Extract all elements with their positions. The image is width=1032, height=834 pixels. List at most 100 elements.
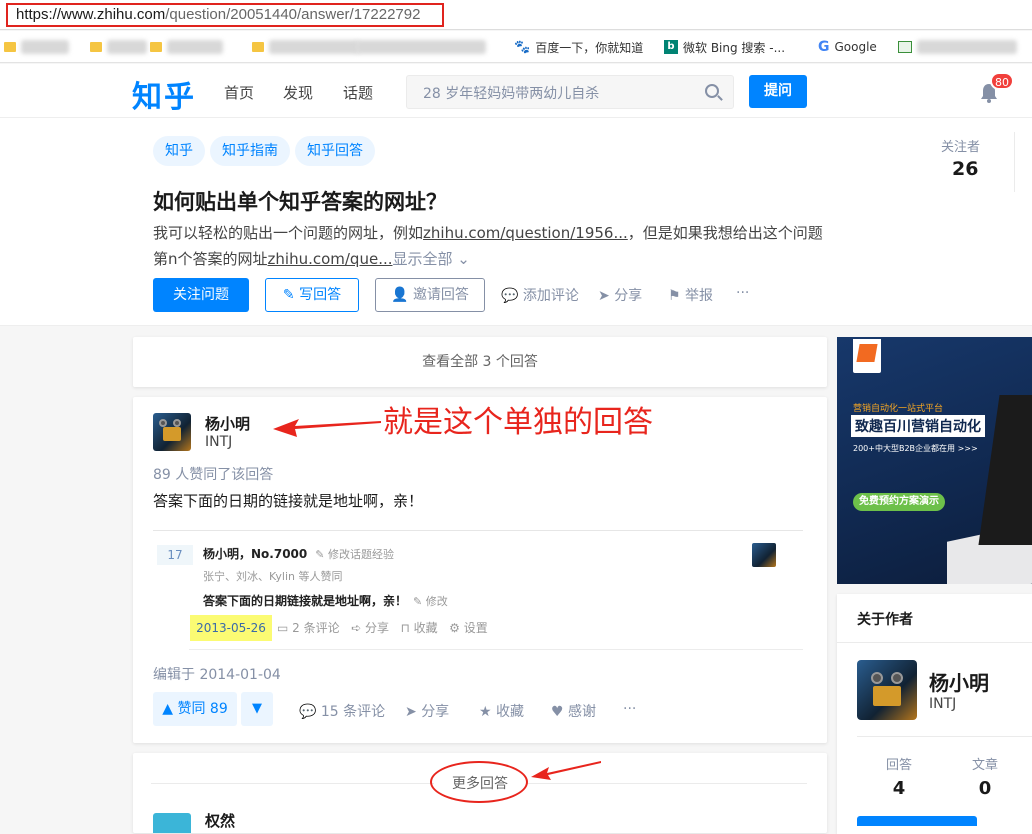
search-icon[interactable] bbox=[705, 84, 719, 98]
search-placeholder: 28 岁年轻妈妈带两幼儿自杀 bbox=[423, 86, 600, 102]
about-author-name[interactable]: 杨小明 bbox=[929, 667, 989, 696]
thanks-button[interactable]: ♥ 感谢 bbox=[551, 701, 596, 721]
add-comment-button[interactable]: 💬 添加评论 bbox=[501, 285, 579, 305]
folder-icon bbox=[90, 42, 102, 52]
folder-icon bbox=[4, 42, 16, 52]
articles-label[interactable]: 文章 bbox=[965, 754, 1005, 773]
bookmark-folder[interactable] bbox=[252, 39, 359, 55]
avatar[interactable] bbox=[153, 413, 191, 451]
question-description-line: 第n个答案的网址zhihu.com/que...显示全部 ⌄ bbox=[153, 250, 470, 268]
follow-question-button[interactable]: 关注问题 bbox=[153, 278, 249, 312]
ad-subtitle: 营销自动化一站式平台 bbox=[853, 404, 944, 414]
triangle-up-icon: ▲ bbox=[162, 701, 174, 717]
ad-logo bbox=[853, 339, 881, 373]
question-link[interactable]: zhihu.com/question/1956... bbox=[423, 224, 628, 242]
nav-home[interactable]: 首页 bbox=[224, 82, 254, 103]
avatar[interactable] bbox=[153, 813, 191, 833]
heart-icon: ♥ bbox=[551, 704, 564, 720]
ad-tagline: 200+中大型B2B企业都在用 >>> bbox=[853, 444, 978, 453]
follow-author-button[interactable] bbox=[857, 816, 977, 826]
write-answer-button[interactable]: ✎ 写回答 bbox=[265, 278, 359, 312]
inner-answer-body: 答案下面的日期链接就是地址啊，亲！ ✎ 修改 bbox=[203, 594, 448, 608]
followers-label: 关注者 bbox=[941, 140, 981, 155]
bookmark-item[interactable] bbox=[898, 39, 1017, 55]
bookmark-folder[interactable] bbox=[4, 39, 69, 55]
downvote-button[interactable]: ▼ bbox=[241, 692, 273, 726]
question-title: 如何贴出单个知乎答案的网址？ bbox=[153, 190, 447, 214]
topic-tag[interactable]: 知乎指南 bbox=[210, 136, 290, 166]
browser-address-bar[interactable]: https://www.zhihu.com/question/20051440/… bbox=[0, 0, 1032, 30]
divider bbox=[1014, 132, 1015, 192]
answer-body: 答案下面的日期的链接就是地址啊，亲！ bbox=[153, 492, 424, 510]
answer-card: 杨小明 INTJ 就是这个单独的回答 89 人赞同了该回答 答案下面的日期的链接… bbox=[133, 397, 827, 743]
articles-count[interactable]: 0 bbox=[965, 778, 1005, 799]
avatar[interactable] bbox=[857, 660, 917, 720]
show-all-button[interactable]: 显示全部 ⌄ bbox=[393, 250, 470, 268]
topic-tag[interactable]: 知乎回答 bbox=[295, 136, 375, 166]
more-button[interactable]: ··· bbox=[736, 285, 749, 301]
url-field[interactable]: https://www.zhihu.com/question/20051440/… bbox=[6, 3, 444, 27]
divider bbox=[837, 642, 1032, 643]
zhihu-logo[interactable]: 知乎 bbox=[132, 72, 196, 116]
add-user-icon: 👤 bbox=[391, 287, 409, 303]
url-host: https://www.zhihu.com bbox=[16, 6, 166, 23]
google-g-icon: G bbox=[818, 39, 830, 55]
author-name[interactable]: 杨小明 bbox=[205, 413, 250, 434]
top-navigation: 知乎 首页 发现 话题 28 岁年轻妈妈带两幼儿自杀 提问 80 bbox=[0, 64, 1032, 118]
ad-illustration bbox=[978, 395, 1032, 545]
answer-link[interactable]: zhihu.com/que... bbox=[268, 250, 393, 268]
bookmark-baidu[interactable]: 🐾 百度一下，你就知道 bbox=[514, 39, 643, 55]
bookmark-bing[interactable]: b 微软 Bing 搜索 -... bbox=[664, 39, 785, 55]
ask-question-button[interactable]: 提问 bbox=[749, 75, 807, 108]
bookmark-google[interactable]: G Google bbox=[818, 39, 877, 55]
annotation-circle bbox=[430, 761, 528, 803]
inner-vote-count: 17 bbox=[157, 545, 193, 565]
divider bbox=[857, 736, 1032, 737]
bookmark-folder[interactable] bbox=[90, 39, 147, 55]
more-button[interactable]: ··· bbox=[623, 701, 636, 717]
baidu-paw-icon: 🐾 bbox=[514, 39, 531, 55]
url-path: /question/20051440/answer/17222792 bbox=[165, 6, 421, 23]
edited-date[interactable]: 编辑于 2014-01-04 bbox=[153, 664, 281, 684]
inner-edit: ✎ 修改 bbox=[413, 595, 448, 608]
upvote-button[interactable]: ▲ 赞同 89 bbox=[153, 692, 237, 726]
advertisement[interactable]: 营销自动化一站式平台 致趣百川营销自动化 200+中大型B2B企业都在用 >>>… bbox=[837, 337, 1032, 584]
vote-summary: 89 人赞同了该回答 bbox=[153, 467, 274, 483]
question-description-line: 我可以轻松的贴出一个问题的网址，例如zhihu.com/question/195… bbox=[153, 224, 823, 242]
inner-author-name: 杨小明，No.7000 ✎ 修改话题经验 bbox=[203, 547, 394, 561]
answers-count[interactable]: 4 bbox=[879, 778, 919, 799]
comment-icon: ▭ bbox=[277, 621, 289, 635]
inner-voters: 张宁、刘冰、Kylin 等人赞同 bbox=[203, 570, 343, 583]
answers-label[interactable]: 回答 bbox=[879, 754, 919, 773]
notification-badge: 80 bbox=[990, 72, 1014, 90]
topic-tag[interactable]: 知乎 bbox=[153, 136, 205, 166]
bookmark-folder[interactable] bbox=[150, 39, 223, 55]
share-button[interactable]: ➤ 分享 bbox=[598, 285, 642, 305]
folder-icon bbox=[252, 42, 264, 52]
followers-count: 26 bbox=[952, 158, 979, 180]
report-button[interactable]: ⚑ 举报 bbox=[668, 285, 713, 305]
ad-cta-button[interactable]: 免费预约方案演示 bbox=[853, 493, 945, 511]
nav-topics[interactable]: 话题 bbox=[343, 82, 373, 103]
about-author-title: 关于作者 bbox=[857, 612, 913, 628]
view-all-answers-button[interactable]: 查看全部 3 个回答 bbox=[133, 337, 827, 387]
nav-explore[interactable]: 发现 bbox=[283, 82, 313, 103]
flag-icon: ⚑ bbox=[668, 288, 681, 304]
bookmarks-bar: 🐾 百度一下，你就知道 b 微软 Bing 搜索 -... G Google bbox=[0, 31, 1032, 63]
star-icon: ★ bbox=[479, 704, 492, 720]
gear-icon: ⚙ bbox=[449, 621, 460, 635]
divider bbox=[189, 649, 803, 650]
bookmark-icon: ⊓ bbox=[400, 621, 410, 635]
search-input[interactable]: 28 岁年轻妈妈带两幼儿自杀 bbox=[406, 75, 734, 109]
bing-icon: b bbox=[664, 40, 678, 54]
bookmark-item[interactable] bbox=[356, 39, 486, 55]
share-button[interactable]: ➤ 分享 bbox=[405, 701, 449, 721]
collect-button[interactable]: ★ 收藏 bbox=[479, 701, 524, 721]
invite-answer-button[interactable]: 👤 邀请回答 bbox=[375, 278, 485, 312]
paper-plane-icon: ➤ bbox=[598, 288, 610, 304]
comments-button[interactable]: 💬 15 条评论 bbox=[299, 701, 385, 721]
image-icon bbox=[898, 41, 912, 53]
inner-edit-signature: ✎ 修改话题经验 bbox=[315, 548, 394, 561]
inner-actions: ▭ 2 条评论 ➪ 分享 ⊓ 收藏 ⚙ 设置 bbox=[277, 621, 488, 635]
chevron-down-icon: ⌄ bbox=[457, 250, 470, 268]
